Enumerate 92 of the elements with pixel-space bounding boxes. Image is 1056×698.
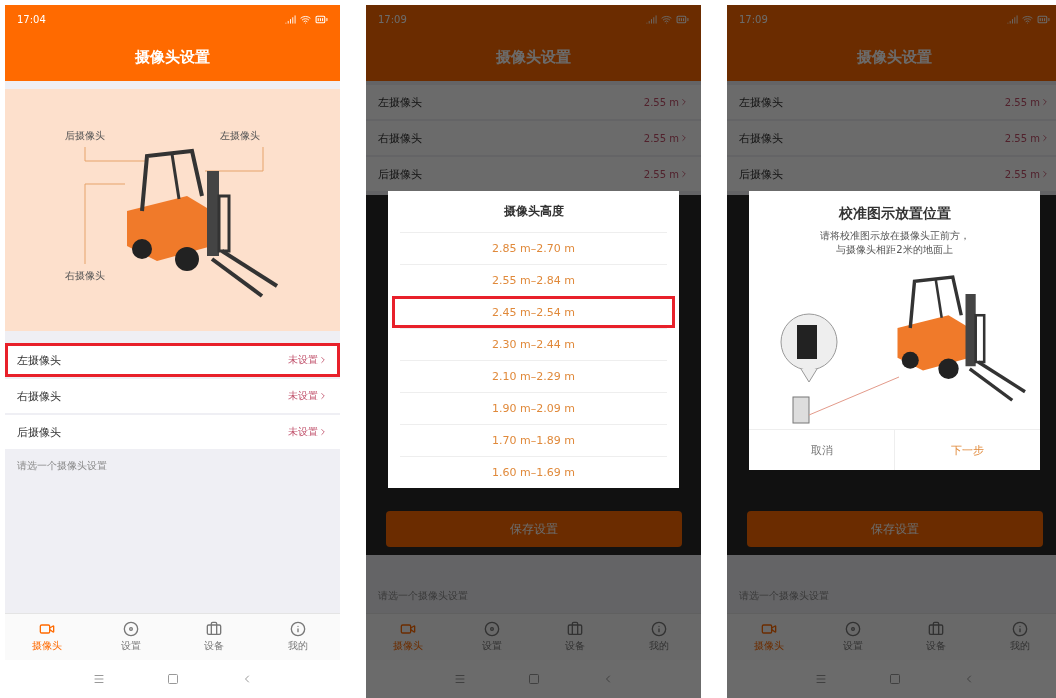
chevron-icon	[1040, 97, 1050, 107]
camera-row[interactable]: 右摄像头 2.55 m	[727, 121, 1056, 155]
signal-icon	[1007, 13, 1018, 25]
dialog-title: 校准图示放置位置	[837, 204, 952, 223]
info-icon	[290, 621, 307, 637]
wifi-icon	[300, 13, 311, 25]
menu-icon[interactable]	[814, 673, 827, 685]
chevron-icon	[1040, 169, 1050, 179]
square-icon[interactable]	[166, 673, 179, 685]
status-time: 17:09	[739, 13, 768, 25]
square-icon[interactable]	[888, 673, 901, 685]
camera-status: 2.55 m	[643, 96, 689, 108]
camera-name: 后摄像头	[739, 166, 783, 182]
chevron-icon	[679, 133, 689, 143]
disc-icon	[122, 621, 139, 637]
wifi-icon	[1022, 13, 1033, 25]
camera-row[interactable]: 后摄像头 2.55 m	[366, 157, 701, 191]
camera-name: 左摄像头	[378, 94, 422, 110]
chevron-icon	[679, 169, 689, 179]
camera-name: 左摄像头	[17, 352, 61, 368]
camera-status: 未设置	[288, 389, 328, 403]
screen-title: 摄像头设置	[135, 47, 210, 67]
tab[interactable]: 摄像头	[5, 614, 89, 660]
disc-icon	[844, 621, 861, 637]
menu-icon[interactable]	[453, 673, 466, 685]
briefcase-icon	[206, 621, 223, 637]
camera-row[interactable]: 后摄像头 2.55 m	[727, 157, 1056, 191]
camera-label: 左摄像头	[220, 129, 260, 143]
height-option[interactable]: 2.85 m–2.70 m	[400, 232, 667, 264]
chevron-icon	[318, 391, 328, 401]
camera-status: 2.55 m	[643, 132, 689, 144]
screen-title: 摄像头设置	[857, 47, 932, 67]
height-option[interactable]: 2.10 m–2.29 m	[400, 360, 667, 392]
camera-row[interactable]: 后摄像头 未设置	[5, 415, 340, 449]
camera-name: 左摄像头	[739, 94, 783, 110]
hint-text: 请选一个摄像头设置	[16, 459, 108, 473]
camera-name: 后摄像头	[378, 166, 422, 182]
disc-icon	[483, 621, 500, 637]
chevron-icon	[318, 355, 328, 365]
square-icon[interactable]	[527, 673, 540, 685]
height-option[interactable]: 2.45 m–2.54 m	[392, 296, 675, 328]
briefcase-icon	[567, 621, 584, 637]
camera-row[interactable]: 左摄像头 未设置	[5, 343, 340, 377]
camera-label: 右摄像头	[65, 269, 105, 283]
height-option[interactable]: 1.60 m–1.69 m	[400, 456, 667, 488]
chevron-icon	[1040, 133, 1050, 143]
camera-label: 后摄像头	[65, 129, 105, 143]
chevron-icon	[679, 97, 689, 107]
video-camera-icon	[760, 621, 777, 637]
dialog-text: 与摄像头相距2米的地面上	[835, 243, 954, 257]
tab[interactable]: 我的	[256, 614, 340, 660]
signal-icon	[285, 13, 296, 25]
briefcase-icon	[928, 621, 945, 637]
camera-name: 右摄像头	[378, 130, 422, 146]
camera-row[interactable]: 右摄像头 未设置	[5, 379, 340, 413]
info-icon	[651, 621, 668, 637]
camera-row[interactable]: 左摄像头 2.55 m	[727, 85, 1056, 119]
save-button[interactable]: 保存设置	[746, 511, 1043, 547]
camera-status: 2.55 m	[1004, 168, 1050, 180]
dialog-text: 请将校准图示放在摄像头正前方，	[818, 229, 971, 243]
height-option[interactable]: 1.90 m–2.09 m	[400, 392, 667, 424]
video-camera-icon	[38, 621, 55, 637]
dialog-title: 摄像头高度	[502, 203, 565, 220]
camera-row[interactable]: 左摄像头 2.55 m	[366, 85, 701, 119]
leader-line	[204, 146, 264, 172]
camera-row[interactable]: 右摄像头 2.55 m	[366, 121, 701, 155]
camera-status: 未设置	[288, 425, 328, 439]
wifi-icon	[661, 13, 672, 25]
camera-status: 2.55 m	[643, 168, 689, 180]
tab[interactable]: 摄像头	[366, 614, 450, 660]
save-button[interactable]: 保存设置	[385, 511, 682, 547]
camera-name: 后摄像头	[17, 424, 61, 440]
menu-icon[interactable]	[92, 673, 105, 685]
screen-title: 摄像头设置	[496, 47, 571, 67]
camera-status: 未设置	[288, 353, 328, 367]
status-time: 17:04	[17, 13, 46, 25]
info-icon	[1012, 621, 1029, 637]
video-camera-icon	[399, 621, 416, 637]
camera-status: 2.55 m	[1004, 132, 1050, 144]
leader-line	[84, 146, 146, 162]
chevron-icon	[318, 427, 328, 437]
tab[interactable]: 设备	[172, 614, 257, 660]
status-time: 17:09	[378, 13, 407, 25]
height-option[interactable]: 2.55 m–2.84 m	[400, 264, 667, 296]
height-option[interactable]: 2.30 m–2.44 m	[400, 328, 667, 360]
camera-name: 右摄像头	[17, 388, 61, 404]
camera-name: 右摄像头	[739, 130, 783, 146]
tab[interactable]: 设置	[88, 614, 173, 660]
camera-status: 2.55 m	[1004, 96, 1050, 108]
height-option[interactable]: 1.70 m–1.89 m	[400, 424, 667, 456]
signal-icon	[646, 13, 657, 25]
tab[interactable]: 摄像头	[727, 614, 811, 660]
